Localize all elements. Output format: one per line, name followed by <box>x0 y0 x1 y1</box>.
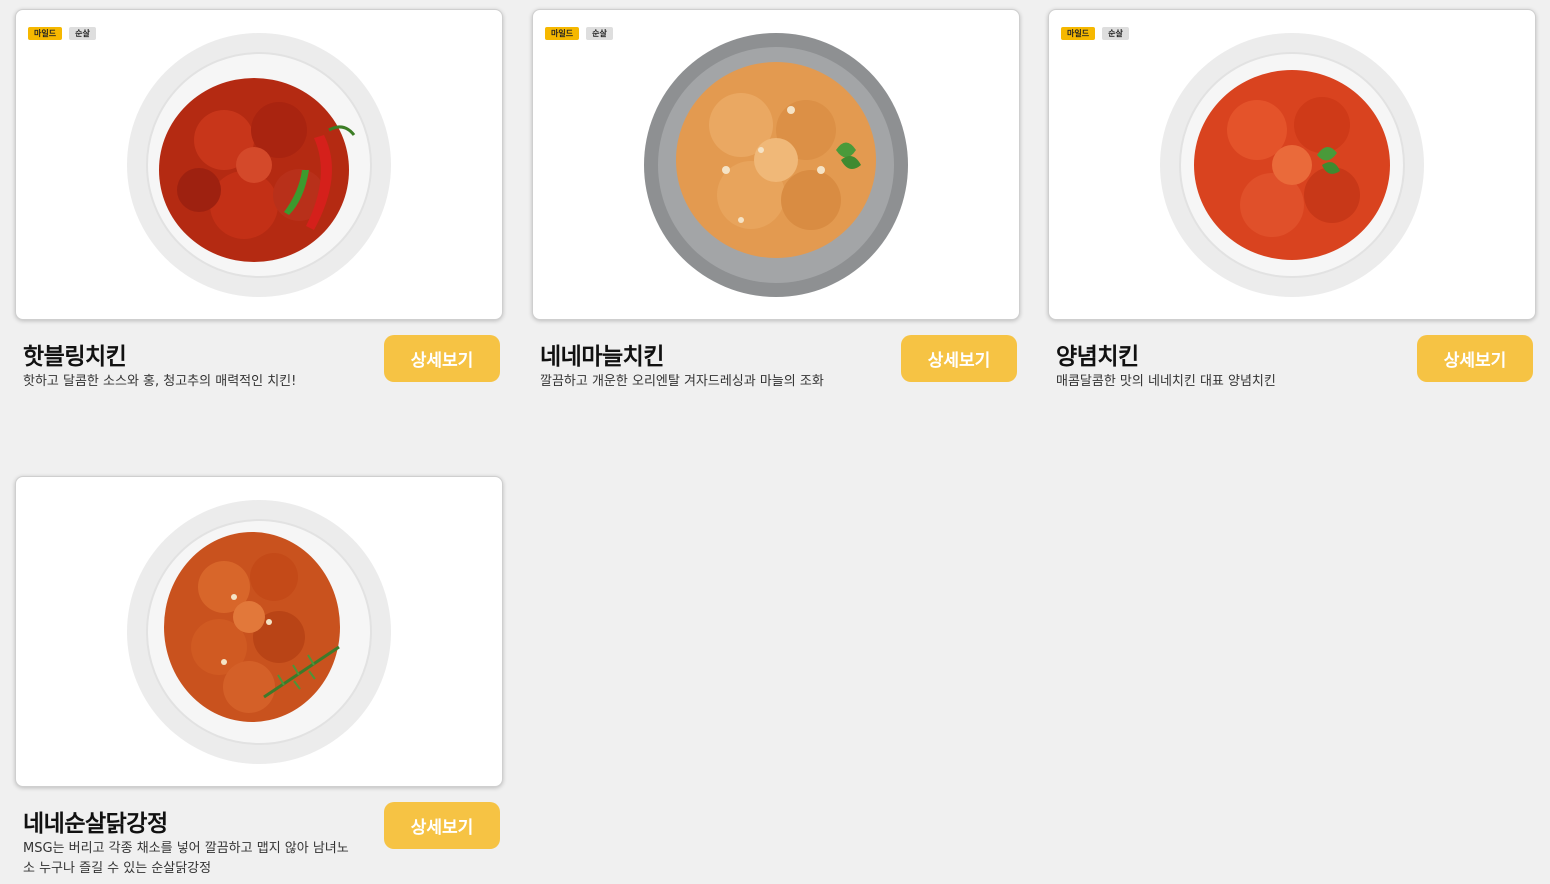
menu-image-seasoned-chicken[interactable]: 마일드 순살 <box>1048 9 1536 320</box>
tag-list: 마일드 순살 <box>1061 27 1129 40</box>
garlic-chicken-plate-image <box>644 32 908 297</box>
menu-description: 매콤달콤한 맛의 네네치킨 대표 양념치킨 <box>1056 374 1276 389</box>
hot-chicken-plate-image <box>127 32 391 297</box>
seasoned-chicken-plate-image <box>1160 32 1424 297</box>
menu-title: 양념치킨 <box>1056 344 1139 370</box>
tag-boneless: 순살 <box>69 27 96 40</box>
menu-info: 네네순살닭강정 MSG는 버리고 각종 채소를 넣어 깔끔하고 맵지 않아 남녀… <box>15 787 503 877</box>
tag-mild: 마일드 <box>545 27 580 40</box>
menu-description: MSG는 버리고 각종 채소를 넣어 깔끔하고 맵지 않아 남녀노소 누구나 즐… <box>23 841 349 876</box>
view-details-button[interactable]: 상세보기 <box>901 335 1017 382</box>
menu-title: 핫블링치킨 <box>23 344 127 370</box>
view-details-button[interactable]: 상세보기 <box>384 802 500 849</box>
view-details-button[interactable]: 상세보기 <box>1417 335 1533 382</box>
tag-boneless: 순살 <box>1102 27 1129 40</box>
boneless-dakgangjeong-plate-image <box>127 499 391 764</box>
menu-image-dakgangjeong[interactable] <box>15 476 503 787</box>
menu-title: 네네마늘치킨 <box>540 344 664 370</box>
menu-card: 마일드 순살 핫블링치킨 핫하고 달콤한 소스와 홍, 청고추의 매력적인 치킨… <box>15 9 503 410</box>
tag-boneless: 순살 <box>586 27 613 40</box>
menu-description: 깔끔하고 개운한 오리엔탈 겨자드레싱과 마늘의 조화 <box>540 374 824 389</box>
menu-card: 마일드 순살 네네마늘치킨 깔끔하고 개운한 오리엔탈 겨자드레싱과 마늘의 조… <box>532 9 1020 410</box>
tag-list: 마일드 순살 <box>28 27 96 40</box>
menu-title: 네네순살닭강정 <box>23 811 168 837</box>
tag-mild: 마일드 <box>1061 27 1096 40</box>
menu-info: 네네마늘치킨 깔끔하고 개운한 오리엔탈 겨자드레싱과 마늘의 조화 상세보기 <box>532 320 1020 410</box>
view-details-button[interactable]: 상세보기 <box>384 335 500 382</box>
menu-description: 핫하고 달콤한 소스와 홍, 청고추의 매력적인 치킨! <box>23 374 297 389</box>
tag-mild: 마일드 <box>28 27 63 40</box>
tag-list: 마일드 순살 <box>545 27 613 40</box>
menu-card: 네네순살닭강정 MSG는 버리고 각종 채소를 넣어 깔끔하고 맵지 않아 남녀… <box>15 476 503 877</box>
menu-info: 양념치킨 매콤달콤한 맛의 네네치킨 대표 양념치킨 상세보기 <box>1048 320 1536 410</box>
menu-info: 핫블링치킨 핫하고 달콤한 소스와 홍, 청고추의 매력적인 치킨! 상세보기 <box>15 320 503 410</box>
menu-image-hot-chicken[interactable]: 마일드 순살 <box>15 9 503 320</box>
menu-card: 마일드 순살 양념치킨 매콤달콤한 맛의 네네치킨 대표 양념치킨 상세보기 <box>1048 9 1536 410</box>
menu-image-garlic-chicken[interactable]: 마일드 순살 <box>532 9 1020 320</box>
